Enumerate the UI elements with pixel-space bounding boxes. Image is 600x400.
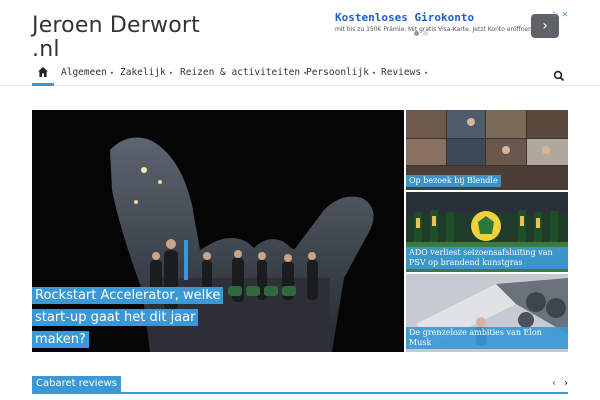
nav-home[interactable] xyxy=(32,62,54,86)
nav-item-persoonlijk[interactable]: Persoonlijk ▾ xyxy=(306,67,376,78)
chevron-down-icon: ▾ xyxy=(109,69,114,77)
search-button[interactable] xyxy=(553,67,565,82)
ad-dot xyxy=(414,31,419,36)
featured-main-caption[interactable]: Rockstart Accelerator, welke start-up ga… xyxy=(32,284,232,350)
close-icon[interactable]: ✕ xyxy=(560,10,570,20)
chevron-down-icon: ▾ xyxy=(168,69,173,77)
section-title[interactable]: Cabaret reviews xyxy=(32,376,122,392)
nav-item-algemeen[interactable]: Algemeen ▾ xyxy=(61,67,114,78)
ad-dots xyxy=(414,31,428,36)
page: Jeroen Derwort .nl Kostenloses Girokonto… xyxy=(0,0,600,400)
home-icon xyxy=(38,67,48,77)
ad-subtitle[interactable]: mit bis zu 150€ Prämie. Mit gratis Visa-… xyxy=(335,26,534,33)
featured-side-item[interactable]: Op bezoek bij Blendle xyxy=(406,110,568,190)
featured-side-caption[interactable]: Op bezoek bij Blendle xyxy=(406,175,501,187)
caption-line[interactable]: maken? xyxy=(32,331,89,348)
search-icon xyxy=(553,70,565,82)
caption-line[interactable]: Rockstart Accelerator, welke xyxy=(32,287,224,304)
nav-item-reizen[interactable]: Reizen & activiteiten ▾ xyxy=(180,67,307,78)
main-nav: Algemeen ▾ Zakelijk ▾ Reizen & activiteite… xyxy=(0,62,600,86)
nav-item-reviews[interactable]: Reviews ▾ xyxy=(381,67,428,78)
site-title[interactable]: Jeroen Derwort .nl xyxy=(32,14,202,62)
ad-dot xyxy=(423,31,428,36)
section-header: Cabaret reviews ‹ › xyxy=(32,376,568,394)
caption-line[interactable]: start-up gaat het dit jaar xyxy=(32,309,199,326)
featured-side-item[interactable]: ADO verliest seizoensafsluiting van PSV … xyxy=(406,192,568,272)
chevron-right-icon[interactable]: › xyxy=(561,377,571,389)
chevron-left-icon[interactable]: ‹ xyxy=(549,377,559,389)
chevron-down-icon: ▾ xyxy=(424,69,429,77)
ad-title[interactable]: Kostenloses Girokonto xyxy=(335,11,474,24)
featured-side-caption[interactable]: De grenzeloze ambities van Elon Musk xyxy=(406,327,568,349)
featured-side-item[interactable]: De grenzeloze ambities van Elon Musk xyxy=(406,274,568,352)
nav-item-zakelijk[interactable]: Zakelijk ▾ xyxy=(120,67,173,78)
featured-side-caption[interactable]: ADO verliest seizoensafsluiting van PSV … xyxy=(406,247,568,269)
advertisement[interactable]: Kostenloses Girokonto mit bis zu 150€ Pr… xyxy=(331,10,571,42)
chevron-down-icon: ▾ xyxy=(371,69,377,77)
